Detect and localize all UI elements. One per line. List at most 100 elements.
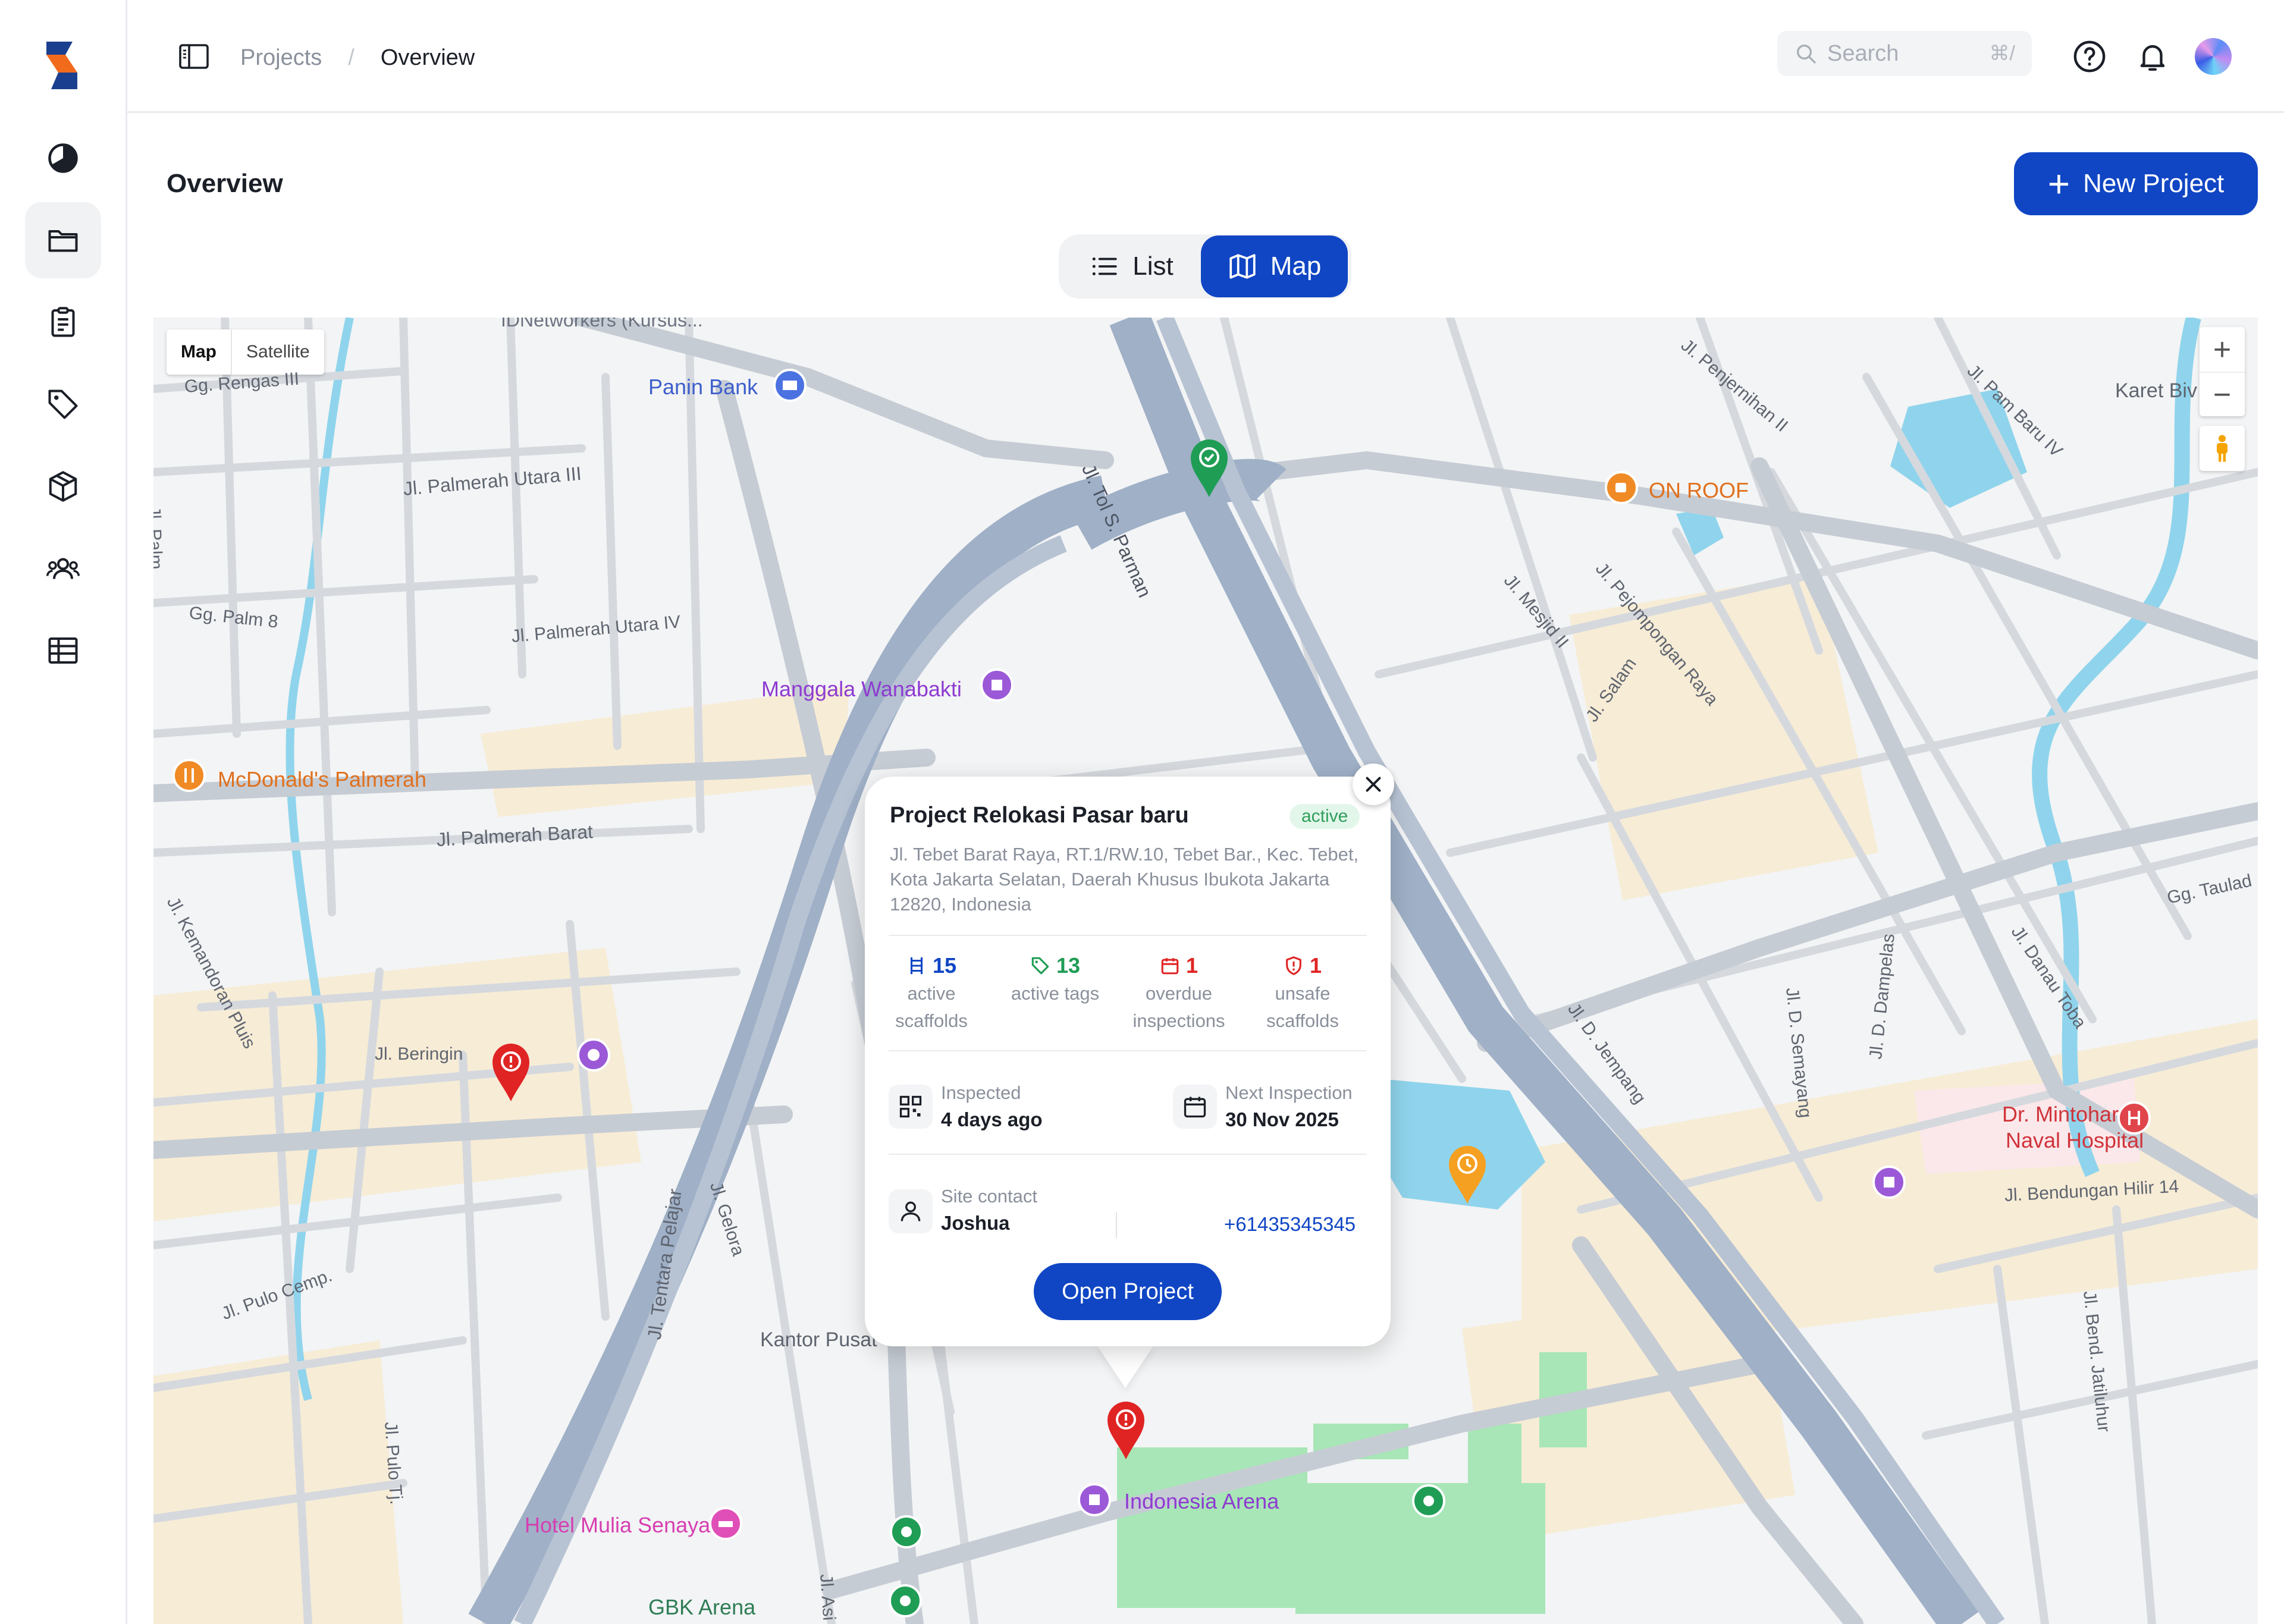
breadcrumb-projects[interactable]: Projects (240, 45, 322, 71)
sidebar (0, 0, 127, 1624)
stat-overdue-inspections: 1 overdue inspections (1119, 951, 1238, 1035)
calendar-icon-box (1173, 1085, 1217, 1129)
sidebar-item-inventory[interactable] (25, 448, 101, 524)
restaurant-icon (172, 759, 206, 792)
stat-active-tags: 13 active tags (996, 951, 1115, 1007)
poi-indonesia-arena[interactable]: Indonesia Arena (1124, 1489, 1279, 1514)
bell-icon (2140, 45, 2165, 71)
cafe-icon (1605, 471, 1638, 504)
popup-pointer (1097, 1345, 1154, 1388)
poi-karet[interactable]: Karet Biv (2115, 379, 2197, 403)
scaffold-icon (910, 957, 923, 975)
inspected-label: Inspected (941, 1082, 1021, 1103)
calendar-icon (1161, 958, 1179, 975)
clipboard-icon (51, 307, 75, 337)
contact-icon-box (889, 1189, 933, 1233)
poi-kantor-pusat[interactable]: Kantor Pusat (760, 1328, 877, 1352)
stat-unsafe-scaffolds: 1 unsafe scaffolds (1243, 951, 1362, 1035)
tag-icon (1031, 957, 1049, 975)
poi-mcdonalds[interactable]: McDonald's Palmerah (218, 767, 426, 792)
folder-icon (48, 230, 78, 252)
street-view-pegman[interactable] (2200, 426, 2245, 471)
qr-icon-box (889, 1085, 933, 1129)
sidebar-item-dashboard[interactable] (25, 120, 101, 196)
stat-label: unsafe scaffolds (1266, 983, 1339, 1031)
sidebar-item-inspections[interactable] (25, 284, 101, 360)
plus-icon: + (2047, 162, 2070, 205)
search-placeholder: Search (1827, 40, 1899, 66)
popup-project-title: Project Relokasi Pasar baru (890, 803, 1189, 828)
stat-value: 15 (932, 953, 957, 978)
poi-manggala[interactable]: Manggala Wanabakti (761, 677, 962, 702)
stat-label: active tags (1011, 983, 1100, 1004)
site-contact-label: Site contact (941, 1186, 1037, 1207)
stat-value: 1 (1309, 953, 1322, 978)
project-popup: Project Relokasi Pasar baru active Jl. T… (865, 777, 1391, 1346)
breadcrumb-separator: / (348, 45, 354, 70)
hotel-icon (709, 1507, 742, 1540)
park-icon (1412, 1484, 1445, 1518)
map-icon (1229, 254, 1256, 279)
stat-label: overdue inspections (1132, 983, 1225, 1031)
project-pin-selected[interactable] (1105, 1399, 1147, 1460)
site-contact-phone[interactable]: +61435345345 (1224, 1213, 1356, 1236)
search-shortcut: ⌘/ (1989, 42, 2015, 65)
notifications-button[interactable] (2135, 39, 2170, 74)
project-pin-pending[interactable] (1447, 1143, 1488, 1205)
view-toggle: List Map (1059, 234, 1351, 299)
stat-label: active scaffolds (895, 983, 968, 1031)
sidebar-item-tags[interactable] (25, 366, 101, 442)
status-badge: active (1290, 804, 1360, 829)
sidebar-item-team[interactable] (25, 530, 101, 607)
list-table-icon (48, 637, 78, 664)
list-view-label: List (1132, 252, 1174, 281)
poi-on-roof[interactable]: ON ROOF (1649, 478, 1749, 503)
divider (889, 1050, 1367, 1051)
calendar-icon (1184, 1097, 1206, 1118)
sidebar-item-projects[interactable] (25, 202, 101, 278)
park-icon (890, 1515, 923, 1548)
next-inspection-label: Next Inspection (1225, 1082, 1353, 1103)
project-pin-unsafe[interactable] (490, 1041, 532, 1102)
close-popup-button[interactable] (1353, 764, 1394, 805)
map-type-control: Map Satellite (167, 329, 324, 375)
landmark-icon (1872, 1166, 1906, 1199)
qr-code-icon (899, 1095, 922, 1118)
search-input[interactable]: Search ⌘/ (1777, 31, 2032, 76)
app-logo[interactable] (42, 42, 82, 89)
close-icon (1366, 777, 1381, 792)
user-icon (901, 1201, 921, 1221)
map-type-satellite[interactable]: Satellite (231, 329, 324, 375)
project-pin-safe[interactable] (1188, 436, 1230, 498)
poi-hotel-mulia[interactable]: Hotel Mulia Senayan (525, 1513, 722, 1538)
popup-address: Jl. Tebet Barat Raya, RT.1/RW.10, Tebet … (890, 844, 1359, 915)
zoom-out-button[interactable]: − (2200, 372, 2245, 416)
sidebar-toggle-button[interactable] (178, 43, 209, 70)
pegman-icon (2217, 435, 2227, 462)
art-icon (577, 1038, 610, 1072)
list-view-button[interactable]: List (1062, 235, 1201, 297)
hospital-icon (2117, 1101, 2151, 1135)
poi-gbk-arena[interactable]: GBK Arena (648, 1595, 755, 1620)
search-icon (1797, 45, 1816, 64)
site-contact-name: Joshua (941, 1212, 1010, 1234)
landmark-icon (980, 668, 1014, 702)
new-project-label: New Project (2083, 169, 2225, 198)
breadcrumb-overview: Overview (380, 45, 475, 70)
sidebar-item-reports[interactable] (25, 612, 101, 689)
poi-idnetworkers[interactable]: IDNetworkers (Kursus... (501, 318, 703, 331)
poi-panin-bank[interactable]: Panin Bank (648, 375, 758, 400)
street-label: Jl. Asi (816, 1573, 839, 1622)
help-button[interactable] (2072, 39, 2107, 74)
divider (1116, 1212, 1117, 1238)
page-title: Overview (167, 169, 283, 198)
zoom-in-button[interactable]: + (2200, 327, 2245, 372)
stat-value: 1 (1185, 953, 1199, 978)
tag-icon (48, 389, 78, 419)
inspected-value: 4 days ago (941, 1108, 1043, 1130)
user-avatar[interactable] (2195, 38, 2232, 75)
new-project-button[interactable]: + New Project (2014, 152, 2258, 215)
open-project-button[interactable]: Open Project (1034, 1263, 1222, 1320)
map-view-button[interactable]: Map (1201, 235, 1348, 297)
map-type-map[interactable]: Map (167, 329, 231, 375)
